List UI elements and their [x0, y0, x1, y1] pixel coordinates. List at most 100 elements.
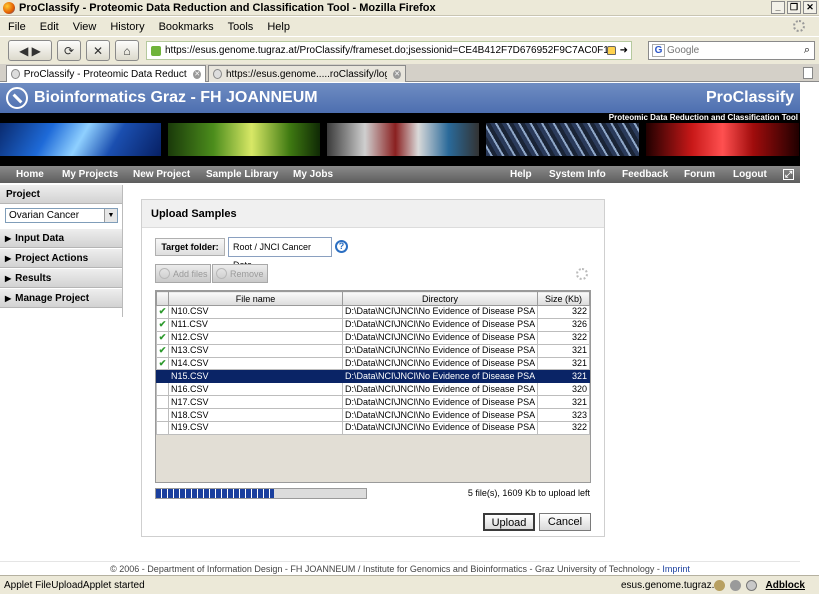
imprint-link[interactable]: Imprint: [662, 564, 690, 574]
file-name-cell: N17.CSV: [168, 395, 343, 410]
sidebar-item-input-data[interactable]: ▶ Input Data: [0, 229, 122, 248]
stop-button[interactable]: ✕: [86, 40, 110, 61]
target-folder-field[interactable]: Root / JNCI Cancer Data: [228, 237, 332, 270]
project-select-value[interactable]: Ovarian Cancer: [9, 210, 79, 221]
table-row[interactable]: N17.CSV D:\Data\NCI\JNCI\No Evidence of D…: [156, 395, 590, 410]
reload-button[interactable]: ⟳: [57, 40, 81, 61]
adblock-link[interactable]: Adblock: [766, 580, 805, 591]
search-icon[interactable]: ⌕: [804, 44, 810, 57]
back-arrow-icon[interactable]: ◀: [19, 44, 28, 58]
table-row[interactable]: N15.CSV D:\Data\NCI\JNCI\No Evidence of D…: [156, 369, 590, 384]
table-row[interactable]: ✔ N12.CSV D:\Data\NCI\JNCI\No Evidence of …: [156, 330, 590, 345]
sidebar-item-manage-project[interactable]: ▶ Manage Project: [0, 289, 122, 308]
lock-icon[interactable]: [606, 46, 616, 55]
checkmark-icon: ✔: [156, 330, 169, 345]
menu-view[interactable]: View: [73, 21, 97, 33]
home-button[interactable]: ⌂: [115, 40, 139, 61]
directory-cell: D:\Data\NCI\JNCI\No Evidence of Disease …: [342, 382, 538, 397]
status-cell: [156, 408, 169, 423]
chevron-down-icon[interactable]: ▼: [104, 209, 117, 222]
sidebar-item-results[interactable]: ▶ Results: [0, 269, 122, 288]
nav-my-projects[interactable]: My Projects: [62, 166, 118, 183]
new-tab-icon[interactable]: [803, 67, 813, 79]
nav-home[interactable]: Home: [16, 166, 44, 183]
nav-my-jobs[interactable]: My Jobs: [293, 166, 333, 183]
sidebar-item-label: Manage Project: [15, 292, 90, 304]
table-row[interactable]: ✔ N11.CSV D:\Data\NCI\JNCI\No Evidence of …: [156, 317, 590, 332]
menu-tools[interactable]: Tools: [228, 21, 254, 33]
tab-proclassify[interactable]: ProClassify - Proteomic Data Reduction a…: [6, 65, 206, 82]
size-cell: 321: [537, 356, 590, 371]
stop-icon: ✕: [92, 43, 104, 58]
firefox-icon: [3, 1, 15, 14]
menu-history[interactable]: History: [110, 21, 144, 33]
table-row[interactable]: N19.CSV D:\Data\NCI\JNCI\No Evidence of D…: [156, 421, 590, 435]
fullscreen-icon[interactable]: ⤢: [783, 169, 794, 180]
tab-label: ProClassify - Proteomic Data Reduction a…: [23, 68, 188, 80]
back-forward-button[interactable]: ◀ ▶: [8, 40, 52, 61]
help-icon[interactable]: ?: [335, 240, 348, 253]
nav-system-info[interactable]: System Info: [549, 166, 606, 183]
nav-forum[interactable]: Forum: [684, 166, 715, 183]
size-cell: 321: [537, 395, 590, 410]
table-row[interactable]: N18.CSV D:\Data\NCI\JNCI\No Evidence of D…: [156, 408, 590, 423]
add-icon: [159, 268, 170, 279]
nav-new-project[interactable]: New Project: [133, 166, 190, 183]
directory-cell: D:\Data\NCI\JNCI\No Evidence of Disease …: [342, 356, 538, 371]
navigation-toolbar: ◀ ▶ ⟳ ✕ ⌂ https://esus.genome.tugraz.at/…: [0, 37, 819, 64]
upload-progress-fill: [156, 489, 274, 498]
menu-help[interactable]: Help: [267, 21, 290, 33]
column-size[interactable]: Size (Kb): [537, 291, 590, 306]
site-nav: Home My Projects New Project Sample Libr…: [0, 166, 800, 183]
close-button[interactable]: ✕: [803, 1, 817, 14]
google-engine-icon[interactable]: G: [652, 44, 665, 57]
table-row[interactable]: ✔ N13.CSV D:\Data\NCI\JNCI\No Evidence of …: [156, 343, 590, 358]
file-name-cell: N18.CSV: [168, 408, 343, 423]
size-cell: 322: [537, 330, 590, 345]
security-icon[interactable]: [714, 580, 725, 591]
file-name-cell: N12.CSV: [168, 330, 343, 345]
search-input[interactable]: [667, 45, 787, 56]
go-icon[interactable]: ➜: [620, 45, 628, 56]
block-icon[interactable]: [746, 580, 757, 591]
tab-favicon-icon: [213, 69, 222, 79]
menu-file[interactable]: File: [8, 21, 26, 33]
file-name-cell: N10.CSV: [168, 305, 343, 319]
nav-help[interactable]: Help: [510, 166, 532, 183]
url-bar[interactable]: https://esus.genome.tugraz.at/ProClassif…: [146, 41, 632, 60]
cancel-button[interactable]: Cancel: [539, 513, 591, 531]
tab-close-icon[interactable]: ✕: [193, 69, 201, 79]
column-file-name[interactable]: File name: [168, 291, 343, 306]
column-status[interactable]: [156, 291, 169, 306]
nav-feedback[interactable]: Feedback: [622, 166, 668, 183]
column-directory[interactable]: Directory: [342, 291, 538, 306]
nav-sample-library[interactable]: Sample Library: [206, 166, 278, 183]
tab-login[interactable]: https://esus.genome.....roClassify/login…: [208, 65, 406, 82]
directory-cell: D:\Data\NCI\JNCI\No Evidence of Disease …: [342, 408, 538, 423]
minimize-button[interactable]: _: [771, 1, 785, 14]
tab-close-icon[interactable]: ✕: [393, 69, 401, 79]
sidebar-item-label: Project Actions: [15, 252, 89, 264]
sidebar-item-label: Results: [15, 272, 52, 284]
table-row[interactable]: N16.CSV D:\Data\NCI\JNCI\No Evidence of D…: [156, 382, 590, 397]
restore-button[interactable]: ❐: [787, 1, 801, 14]
reload-icon: ⟳: [63, 43, 75, 58]
table-row[interactable]: ✔ N14.CSV D:\Data\NCI\JNCI\No Evidence of …: [156, 356, 590, 371]
menu-bookmarks[interactable]: Bookmarks: [159, 21, 214, 33]
expand-triangle-icon: ▶: [5, 253, 12, 263]
search-bar[interactable]: G ⌕: [648, 41, 815, 60]
status-circle-icon[interactable]: [730, 580, 741, 591]
forward-arrow-icon[interactable]: ▶: [32, 44, 41, 58]
project-select[interactable]: Ovarian Cancer ▼: [5, 208, 118, 223]
upload-progress-bar: [155, 488, 367, 499]
remove-button[interactable]: Remove: [212, 264, 268, 283]
site-identity-icon[interactable]: [151, 45, 161, 56]
url-text[interactable]: https://esus.genome.tugraz.at/ProClassif…: [165, 45, 607, 56]
file-table-container[interactable]: File name Directory Size (Kb) ✔ N10.CSV D:…: [155, 290, 591, 483]
menu-edit[interactable]: Edit: [40, 21, 59, 33]
add-files-button[interactable]: Add files: [155, 264, 211, 283]
upload-button[interactable]: Upload: [483, 513, 535, 531]
sidebar-item-project-actions[interactable]: ▶ Project Actions: [0, 249, 122, 268]
nav-logout[interactable]: Logout: [733, 166, 767, 183]
table-row[interactable]: ✔ N10.CSV D:\Data\NCI\JNCI\No Evidence of …: [156, 305, 590, 319]
